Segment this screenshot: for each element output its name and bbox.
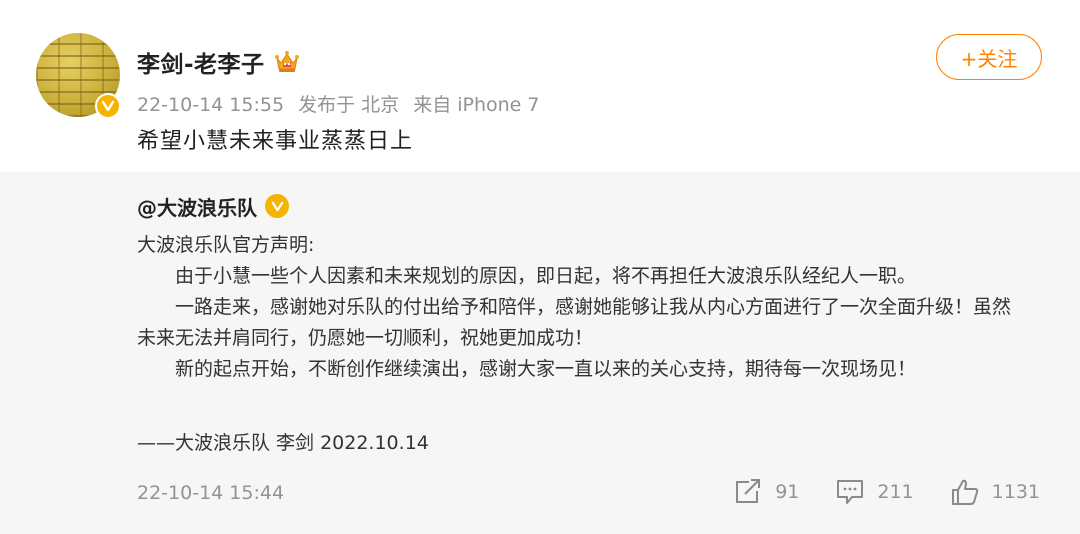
weibo-post: 李剑-老李子 22-10-14 15:55 发布于 北京 来自 iPhone 7… [0, 0, 1080, 534]
post-source: 来自 iPhone 7 [413, 94, 540, 116]
statement-signature: ——大波浪乐队 李剑 2022.10.14 [137, 432, 429, 454]
statement-title: 大波浪乐队官方声明: [137, 234, 315, 256]
statement-paragraph-1: 由于小慧一些个人因素和未来规划的原因，即日起，将不再担任大波浪乐队经纪人一职。 [175, 265, 917, 287]
retweet-author[interactable]: @大波浪乐队 [137, 192, 257, 221]
statement-paragraph-3: 新的起点开始，不断创作继续演出，感谢大家一直以来的关心支持，期待每一次现场见！ [175, 358, 917, 380]
follow-button[interactable]: +关注 [936, 34, 1042, 80]
repost-button[interactable]: 91 [733, 478, 799, 506]
statement-paragraph-2: 一路走来，感谢她对乐队的付出给予和陪伴，感谢她能够让我从内心方面进行了一次全面升… [137, 296, 1012, 349]
like-button[interactable]: 1131 [950, 478, 1040, 506]
repost-icon [736, 479, 761, 503]
verified-icon [265, 194, 289, 218]
post-location: 发布于 北京 [298, 94, 400, 116]
comment-button[interactable]: 211 [835, 478, 914, 506]
post-timestamp[interactable]: 22-10-14 15:55 [137, 94, 284, 116]
post-text: 希望小慧未来事业蒸蒸日上 [137, 129, 414, 154]
post-meta: 22-10-14 15:55 发布于 北京 来自 iPhone 7 [137, 90, 548, 117]
username[interactable]: 李剑-老李子 [137, 45, 265, 79]
repost-count: 91 [775, 481, 800, 503]
like-count: 1131 [991, 481, 1040, 503]
comment-count: 211 [877, 481, 914, 503]
verified-icon [95, 93, 121, 119]
retweet-block[interactable]: @大波浪乐队 大波浪乐队官方声明: 由于小慧一些个人因素和未来规划的原因，即日起… [0, 172, 1080, 534]
retweet-timestamp[interactable]: 22-10-14 15:44 [137, 482, 284, 504]
crown-icon [274, 49, 300, 75]
action-bar: 91 211 1131 [697, 478, 1040, 506]
comment-icon [837, 480, 864, 504]
retweet-body: 大波浪乐队官方声明: 由于小慧一些个人因素和未来规划的原因，即日起，将不再担任大… [137, 230, 1017, 385]
like-icon [951, 479, 978, 505]
